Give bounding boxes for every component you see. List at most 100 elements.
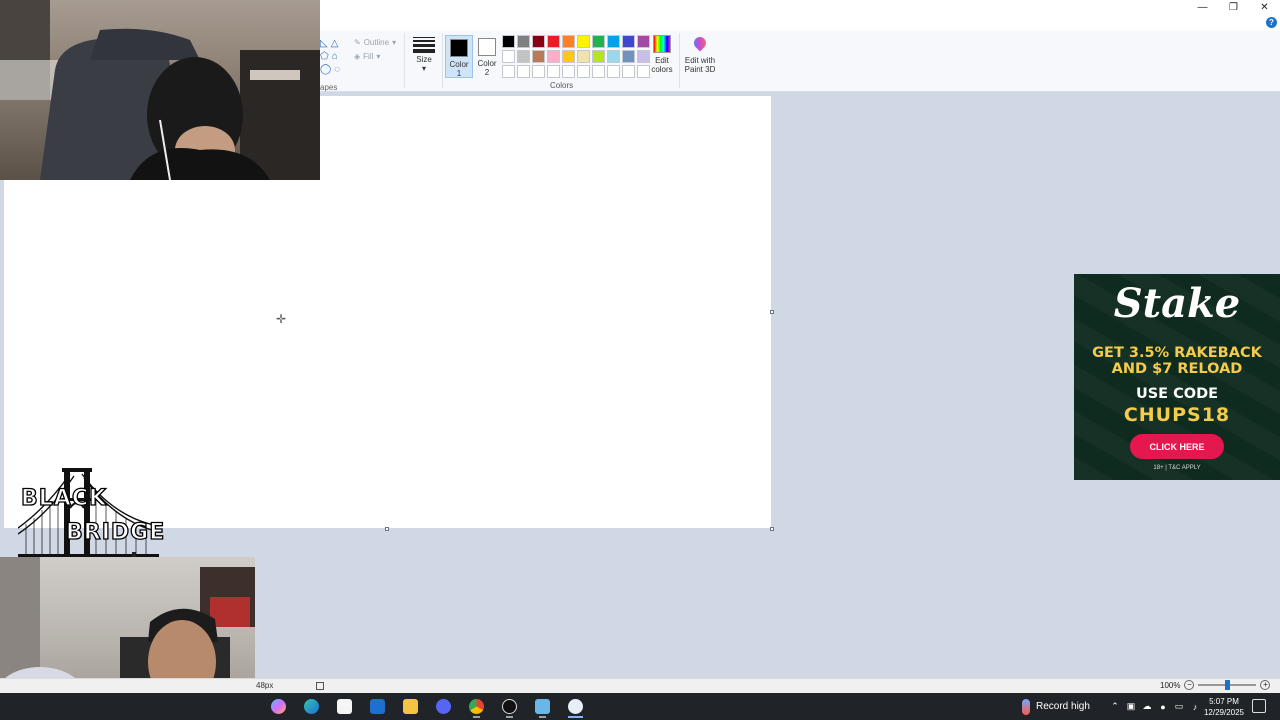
ad-click-here-button[interactable]: CLICK HERE — [1130, 434, 1224, 459]
palette-swatch[interactable] — [532, 35, 545, 48]
logo-text-black: BLACK — [20, 485, 108, 511]
color-1-button[interactable]: Color 1 — [445, 35, 473, 78]
clock-time: 5:07 PM — [1209, 697, 1239, 706]
palette-swatch[interactable] — [517, 35, 530, 48]
notification-icon[interactable] — [1252, 699, 1266, 713]
zoom-slider-thumb[interactable] — [1225, 680, 1231, 690]
size-label: Size — [416, 55, 432, 64]
edit-colors-button[interactable]: Edit colors — [648, 35, 676, 74]
color-2-label: Color 2 — [477, 59, 497, 77]
onedrive-icon[interactable]: ☁ — [1140, 701, 1154, 712]
help-icon[interactable]: ? — [1266, 17, 1277, 28]
zoom-out-button[interactable]: − — [1184, 680, 1195, 690]
clock-date: 12/29/2025 — [1203, 708, 1245, 717]
chevron-down-icon: ▾ — [421, 64, 426, 73]
outlook-icon[interactable] — [361, 695, 394, 718]
palette-swatch[interactable] — [547, 65, 560, 78]
palette-swatch[interactable] — [547, 35, 560, 48]
palette-swatch[interactable] — [607, 50, 620, 63]
outline-label: Outline — [363, 38, 390, 47]
discord-icon[interactable] — [427, 695, 460, 718]
color-1-label: Color 1 — [449, 60, 469, 78]
color-spectrum-icon — [653, 35, 671, 53]
ad-promo-code: CHUPS18 — [1123, 404, 1231, 426]
shapes-group-label: apes — [320, 83, 338, 92]
chevron-down-icon: ▾ — [392, 38, 397, 47]
palette-swatch[interactable] — [562, 35, 575, 48]
resize-handle-bottom[interactable] — [385, 527, 389, 531]
color-palette — [502, 35, 650, 78]
shape-callout-icon[interactable]: ◯ — [320, 64, 331, 75]
fill-dropdown[interactable]: ◈ Fill ▾ — [354, 52, 380, 61]
palette-swatch[interactable] — [562, 50, 575, 63]
chevron-up-icon[interactable]: ⌃ — [1108, 701, 1122, 712]
taskbar-clock[interactable]: 5:07 PM 12/29/2025 — [1198, 696, 1250, 718]
palette-swatch[interactable] — [532, 50, 545, 63]
ribbon-divider — [404, 33, 405, 88]
obs-icon[interactable] — [493, 695, 526, 718]
palette-swatch[interactable] — [622, 35, 635, 48]
palette-swatch[interactable] — [577, 35, 590, 48]
palette-swatch[interactable] — [622, 65, 635, 78]
shapes-row-3: ◯ ◌ — [320, 64, 340, 75]
taskbar: Record high ⌃ ▣ ☁ ● ▭ ♪ 5:07 PM 12/29/20… — [0, 693, 1280, 720]
window-controls: — ❐ ✕ — [1187, 0, 1280, 14]
minimize-button[interactable]: — — [1187, 0, 1218, 14]
microphone-icon[interactable]: ● — [1156, 702, 1170, 712]
resize-handle-corner[interactable] — [770, 527, 774, 531]
palette-swatch[interactable] — [607, 35, 620, 48]
palette-swatch[interactable] — [577, 65, 590, 78]
size-button[interactable]: Size ▾ — [410, 35, 438, 73]
palette-swatch[interactable] — [577, 50, 590, 63]
edge-icon[interactable] — [295, 695, 328, 718]
palette-swatch[interactable] — [517, 50, 530, 63]
paint-icon[interactable] — [559, 695, 592, 718]
palette-swatch[interactable] — [592, 35, 605, 48]
line-width-icon — [413, 37, 435, 53]
color-2-button[interactable]: Color 2 — [475, 35, 499, 78]
resize-handle-right[interactable] — [770, 310, 774, 314]
outline-dropdown[interactable]: ✎ Outline ▾ — [354, 38, 396, 47]
close-button[interactable]: ✕ — [1249, 0, 1280, 14]
palette-swatch[interactable] — [502, 50, 515, 63]
edit-3d-label: Edit with Paint 3D — [684, 56, 716, 74]
save-status-icon — [316, 682, 324, 690]
shape-pentagon-icon[interactable]: ⬠ — [320, 51, 329, 62]
palette-swatch[interactable] — [502, 35, 515, 48]
shape-cloud-icon[interactable]: ◌ — [334, 64, 340, 75]
weather-widget[interactable]: Record high — [1022, 693, 1090, 720]
pencil-icon: ✎ — [354, 38, 361, 47]
network-icon[interactable]: ▭ — [1172, 701, 1186, 712]
palette-swatch[interactable] — [502, 65, 515, 78]
palette-swatch[interactable] — [547, 50, 560, 63]
palette-swatch[interactable] — [622, 50, 635, 63]
stake-ad-banner[interactable]: Stake GET 3.5% RAKEBACK AND $7 RELOAD US… — [1074, 274, 1280, 480]
palette-swatch[interactable] — [517, 65, 530, 78]
shape-triangle-icon[interactable]: △ — [331, 38, 339, 49]
shape-house-icon[interactable]: ⌂ — [332, 51, 338, 62]
chrome-icon[interactable] — [460, 695, 493, 718]
palette-swatch[interactable] — [562, 65, 575, 78]
palette-swatch[interactable] — [607, 65, 620, 78]
ad-use-code-label: USE CODE — [1135, 386, 1219, 402]
taskbar-apps — [262, 695, 592, 718]
color-1-swatch — [450, 39, 468, 57]
palette-swatch[interactable] — [592, 50, 605, 63]
zoom-in-button[interactable]: + — [1260, 680, 1271, 690]
fill-label: Fill — [363, 52, 374, 61]
palette-swatch[interactable] — [532, 65, 545, 78]
colors-group-label: Colors — [550, 81, 574, 90]
tray-app-icon[interactable]: ▣ — [1124, 701, 1138, 712]
store-icon[interactable] — [328, 695, 361, 718]
zoom-slider[interactable] — [1198, 680, 1257, 690]
ad-offer-line-1: GET 3.5% RAKEBACK — [1092, 345, 1262, 361]
file-explorer-icon[interactable] — [394, 695, 427, 718]
edit-with-paint-3d-button[interactable]: Edit with Paint 3D — [682, 35, 718, 74]
shape-right-triangle-icon[interactable]: ◺ — [320, 38, 328, 49]
notepad-icon[interactable] — [526, 695, 559, 718]
webcam-feed-image — [0, 0, 320, 180]
copilot-icon[interactable] — [262, 695, 295, 718]
ad-offer-text: GET 3.5% RAKEBACK AND $7 RELOAD — [1074, 345, 1280, 377]
restore-button[interactable]: ❐ — [1218, 0, 1249, 14]
palette-swatch[interactable] — [592, 65, 605, 78]
